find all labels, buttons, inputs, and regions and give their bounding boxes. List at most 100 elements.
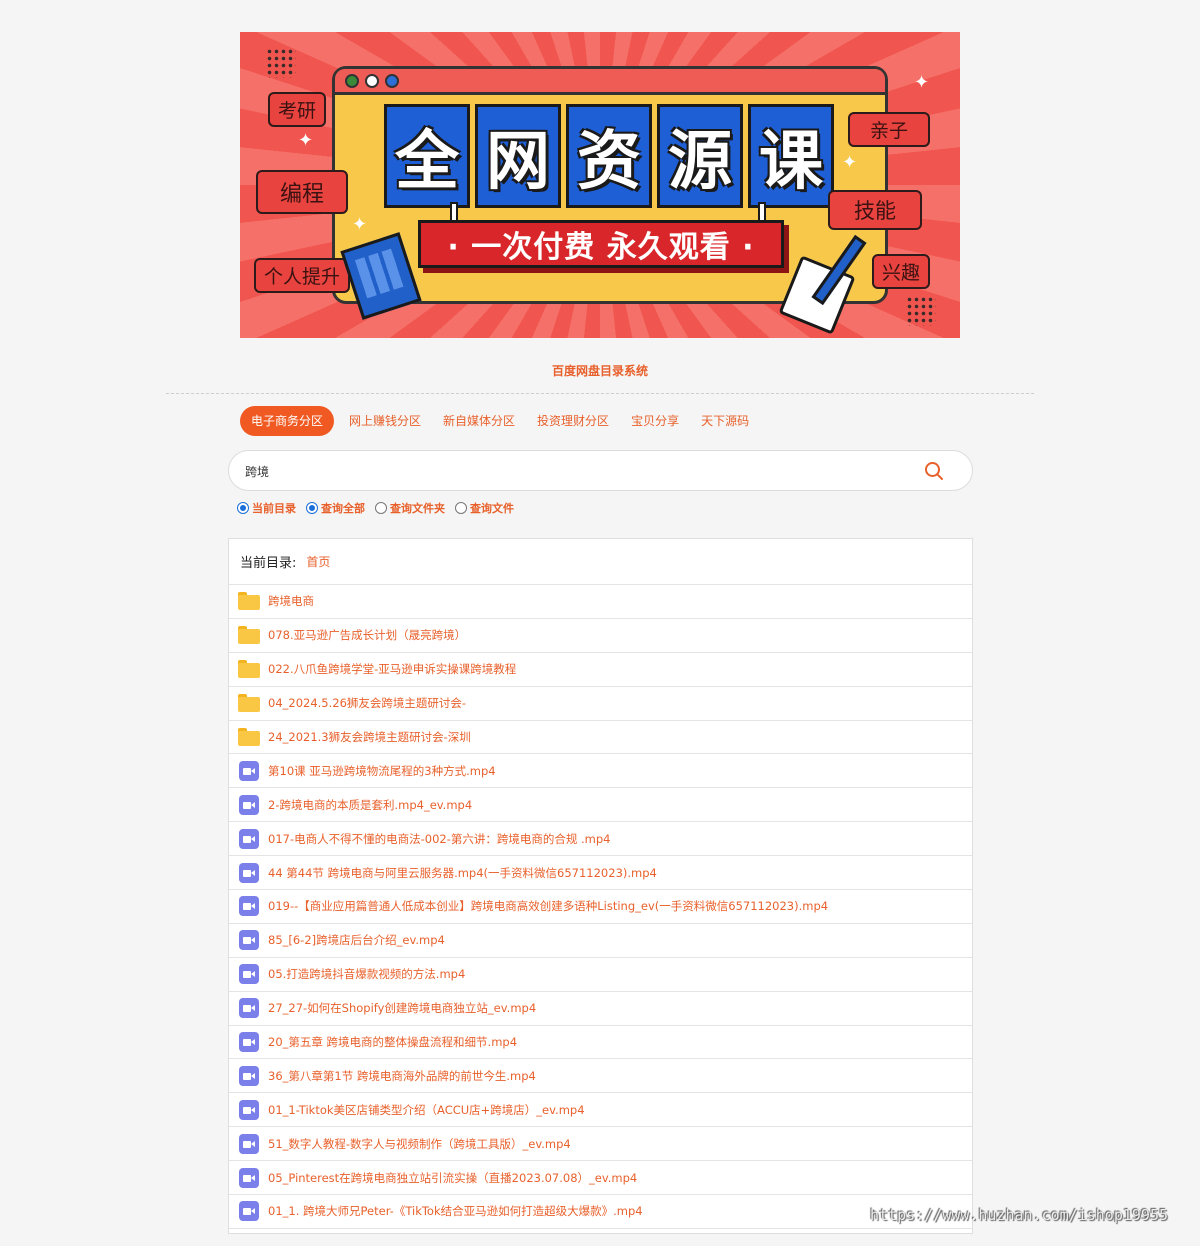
- video-file-icon: [239, 828, 259, 849]
- sparkle-icon: ✦: [914, 72, 930, 93]
- watermark: https://www.huzhan.com/ishop19955: [869, 1206, 1168, 1224]
- file-row[interactable]: 01_1-Tiktok美区店铺类型介绍（ACCU店+跨境店）_ev.mp4: [229, 1093, 972, 1128]
- file-row[interactable]: 85_[6-2]跨境店后台介绍_ev.mp4: [229, 924, 972, 958]
- folder-row[interactable]: 078.亚马逊广告成长计划（晟亮跨境）: [229, 619, 972, 653]
- banner-slogan: · 一次付费 永久观看 ·: [418, 220, 784, 268]
- video-file-icon: [239, 794, 259, 815]
- folder-row[interactable]: 跨境电商: [229, 585, 972, 619]
- item-name-link[interactable]: 51_数字人教程-数字人与视频制作（跨境工具版）_ev.mp4: [268, 1136, 571, 1152]
- folder-row[interactable]: 04_2024.5.26狮友会跨境主题研讨会-: [229, 687, 972, 721]
- file-row[interactable]: 01_1. 跨境大师兄Peter-《TikTok结合亚马逊如何打造超级大爆款》.…: [229, 1195, 972, 1229]
- video-file-icon: [239, 1065, 259, 1086]
- tab-online-earning[interactable]: 网上赚钱分区: [338, 406, 432, 436]
- video-file-icon: [239, 1201, 259, 1222]
- video-file-icon: [239, 930, 259, 951]
- tab-source-code[interactable]: 天下源码: [690, 406, 760, 436]
- tag-bubble-xingqu: 兴趣: [872, 254, 931, 289]
- item-name-link[interactable]: 04_2024.5.26狮友会跨境主题研讨会-: [268, 695, 466, 711]
- folder-icon: [238, 592, 260, 611]
- video-file-icon: [239, 1032, 259, 1053]
- title-char: 课: [748, 104, 834, 208]
- folder-icon: [238, 694, 260, 713]
- breadcrumb: 当前目录: 首页: [229, 539, 972, 585]
- promo-banner: 全 网 资 源 课 · 一次付费 永久观看 · 考研 编程 个人提升 亲子 技能…: [240, 32, 960, 338]
- search-icon[interactable]: [924, 461, 944, 481]
- file-row[interactable]: 2-跨境电商的本质是套利.mp4_ev.mp4: [229, 788, 972, 823]
- radio-checked-icon[interactable]: [306, 502, 318, 514]
- item-name-link[interactable]: 跨境电商: [268, 593, 314, 609]
- window-dot-icon: [365, 74, 379, 88]
- item-name-link[interactable]: 2-跨境电商的本质是套利.mp4_ev.mp4: [268, 797, 472, 813]
- radio-unchecked-icon[interactable]: [375, 502, 387, 514]
- item-name-link[interactable]: 第10课 亚马逊跨境物流尾程的3种方式.mp4: [268, 763, 496, 779]
- radio-unchecked-icon[interactable]: [455, 502, 467, 514]
- file-list-panel: 当前目录: 首页 跨境电商 078.亚马逊广告成长计划（晟亮跨境） 022.八爪鱼跨…: [228, 538, 973, 1234]
- file-row[interactable]: 019--【商业应用篇普通人低成本创业】跨境电商高效创建多语种Listing_e…: [229, 890, 972, 924]
- folder-row[interactable]: 24_2021.3狮友会跨境主题研讨会-深圳: [229, 721, 972, 755]
- radio-label: 查询文件: [470, 502, 514, 515]
- item-name-link[interactable]: 019--【商业应用篇普通人低成本创业】跨境电商高效创建多语种Listing_e…: [268, 898, 828, 914]
- folder-icon: [238, 626, 260, 645]
- item-name-link[interactable]: 20_第五章 跨境电商的整体操盘流程和细节.mp4: [268, 1034, 517, 1050]
- title-char: 资: [566, 104, 652, 208]
- breadcrumb-home-link[interactable]: 首页: [306, 553, 330, 570]
- file-row[interactable]: 36_第八章第1节 跨境电商海外品牌的前世今生.mp4: [229, 1059, 972, 1094]
- search-scope-options: 当前目录 查询全部 查询文件夹 查询文件: [237, 500, 514, 516]
- item-name-link[interactable]: 24_2021.3狮友会跨境主题研讨会-深圳: [268, 729, 471, 745]
- item-name-link[interactable]: 01_1. 跨境大师兄Peter-《TikTok结合亚马逊如何打造超级大爆款》.…: [268, 1203, 643, 1219]
- file-row[interactable]: 第10课 亚马逊跨境物流尾程的3种方式.mp4: [229, 754, 972, 789]
- window-titlebar: [335, 69, 885, 95]
- tag-bubble-kaoyan: 考研: [268, 92, 327, 127]
- item-name-link[interactable]: 85_[6-2]跨境店后台介绍_ev.mp4: [268, 932, 445, 948]
- item-name-link[interactable]: 022.八爪鱼跨境学堂-亚马逊申诉实操课跨境教程: [268, 661, 516, 677]
- file-row[interactable]: 017-电商人不得不懂的电商法-002-第六讲：跨境电商的合规 .mp4: [229, 822, 972, 857]
- tag-bubble-jineng: 技能: [828, 190, 922, 230]
- sparkle-icon: ✦: [352, 214, 368, 235]
- radio-label: 查询全部: [321, 502, 365, 515]
- dot-grid-decoration: [906, 296, 936, 326]
- item-name-link[interactable]: 36_第八章第1节 跨境电商海外品牌的前世今生.mp4: [268, 1068, 536, 1084]
- window-dot-icon: [345, 74, 359, 88]
- item-name-link[interactable]: 05.打造跨境抖音爆款视频的方法.mp4: [268, 966, 465, 982]
- item-name-link[interactable]: 05_Pinterest在跨境电商独立站引流实操（直播2023.07.08）_e…: [268, 1170, 637, 1186]
- file-row[interactable]: 44 第44节 跨境电商与阿里云服务器.mp4(一手资料微信657112023)…: [229, 856, 972, 891]
- file-row[interactable]: 20_第五章 跨境电商的整体操盘流程和细节.mp4: [229, 1026, 972, 1060]
- dashed-divider: [166, 393, 1034, 394]
- radio-checked-icon[interactable]: [237, 502, 249, 514]
- radio-search-all[interactable]: 查询全部: [306, 500, 365, 516]
- file-row[interactable]: 27_27-如何在Shopify创建跨境电商独立站_ev.mp4: [229, 992, 972, 1026]
- banner-title: 全 网 资 源 课: [384, 104, 834, 208]
- tab-new-media[interactable]: 新自媒体分区: [432, 406, 526, 436]
- video-file-icon: [239, 1167, 259, 1188]
- window-dot-icon: [385, 74, 399, 88]
- tag-bubble-biancheng: 编程: [256, 170, 349, 214]
- tag-bubble-qinzi: 亲子: [848, 112, 931, 147]
- tab-baby-share[interactable]: 宝贝分享: [620, 406, 690, 436]
- file-row[interactable]: 51_数字人教程-数字人与视频制作（跨境工具版）_ev.mp4: [229, 1127, 972, 1162]
- item-name-link[interactable]: 01_1-Tiktok美区店铺类型介绍（ACCU店+跨境店）_ev.mp4: [268, 1102, 585, 1118]
- item-name-link[interactable]: 017-电商人不得不懂的电商法-002-第六讲：跨境电商的合规 .mp4: [268, 831, 610, 847]
- radio-search-files[interactable]: 查询文件: [455, 500, 514, 516]
- item-name-link[interactable]: 078.亚马逊广告成长计划（晟亮跨境）: [268, 627, 466, 643]
- video-file-icon: [239, 1099, 259, 1120]
- title-char: 源: [657, 104, 743, 208]
- radio-search-folders[interactable]: 查询文件夹: [375, 500, 445, 516]
- video-file-icon: [239, 1133, 259, 1154]
- file-row[interactable]: 05_Pinterest在跨境电商独立站引流实操（直播2023.07.08）_e…: [229, 1161, 972, 1196]
- file-row[interactable]: 05.打造跨境抖音爆款视频的方法.mp4: [229, 958, 972, 992]
- item-name-link[interactable]: 44 第44节 跨境电商与阿里云服务器.mp4(一手资料微信657112023)…: [268, 865, 657, 881]
- sparkle-icon: ✦: [842, 152, 858, 173]
- radio-current-dir[interactable]: 当前目录: [237, 500, 296, 516]
- title-char: 网: [475, 104, 561, 208]
- folder-icon: [238, 728, 260, 746]
- search-input[interactable]: [245, 459, 905, 483]
- folder-row[interactable]: 022.八爪鱼跨境学堂-亚马逊申诉实操课跨境教程: [229, 653, 972, 687]
- item-name-link[interactable]: 27_27-如何在Shopify创建跨境电商独立站_ev.mp4: [268, 1000, 536, 1016]
- video-file-icon: [239, 760, 259, 781]
- tab-ecommerce[interactable]: 电子商务分区: [240, 406, 335, 436]
- category-tabs: 电子商务分区 网上赚钱分区 新自媒体分区 投资理财分区 宝贝分享 天下源码: [240, 406, 760, 436]
- tab-investment[interactable]: 投资理财分区: [526, 406, 620, 436]
- file-list: 跨境电商 078.亚马逊广告成长计划（晟亮跨境） 022.八爪鱼跨境学堂-亚马逊申诉…: [229, 585, 972, 1229]
- radio-label: 查询文件夹: [390, 502, 445, 515]
- search-bar: [228, 450, 973, 491]
